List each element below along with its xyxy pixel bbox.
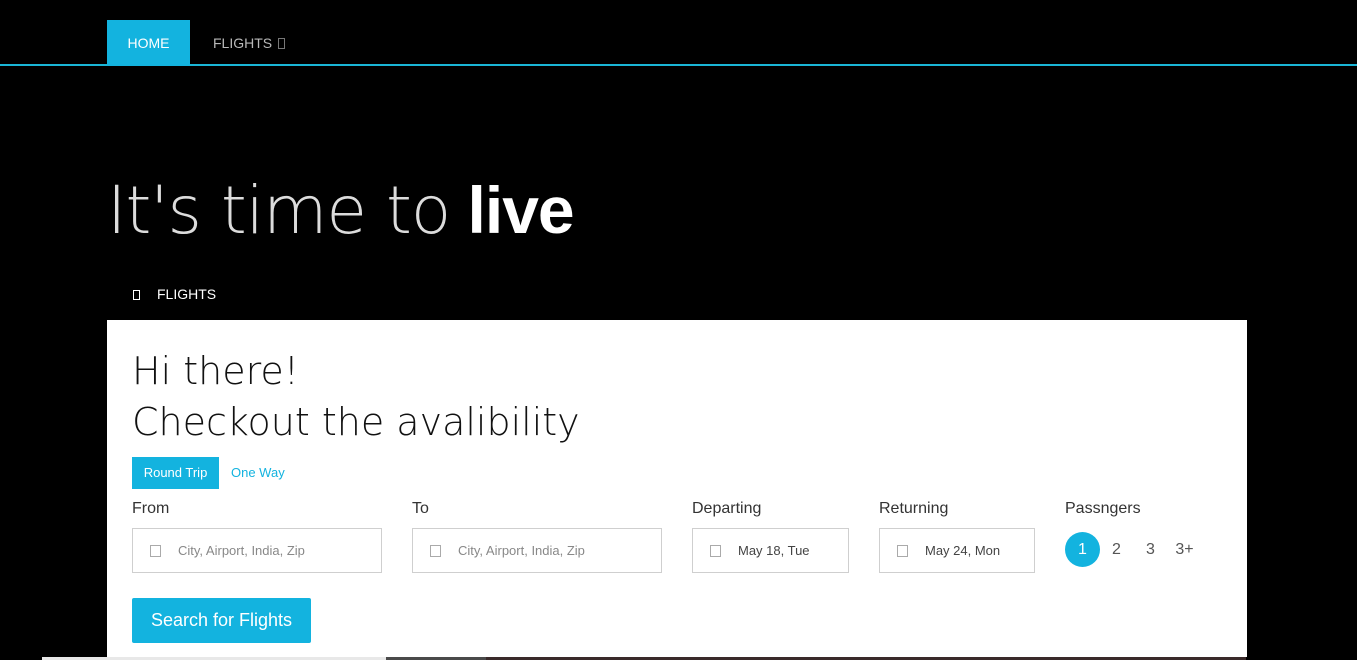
returning-date-value: May 24, Mon bbox=[925, 543, 1001, 558]
round-trip-button[interactable]: Round Trip bbox=[132, 457, 219, 489]
hero-light-text: It's time to bbox=[107, 172, 451, 249]
location-icon bbox=[430, 545, 441, 557]
nav-flights-label: FLIGHTS bbox=[213, 35, 273, 51]
hero-headline: It's time to live bbox=[107, 168, 575, 253]
passenger-option-3[interactable]: 3 bbox=[1133, 532, 1168, 567]
tab-flights[interactable]: FLIGHTS bbox=[133, 285, 216, 303]
flight-search-panel: Hi there! Checkout the avalibility Round… bbox=[107, 320, 1247, 657]
departing-date-field[interactable]: May 18, Tue bbox=[692, 528, 849, 573]
returning-date-field[interactable]: May 24, Mon bbox=[879, 528, 1035, 573]
passengers-label: Passngers bbox=[1065, 500, 1141, 517]
top-navigation: HOME FLIGHTS bbox=[0, 0, 1357, 66]
calendar-icon bbox=[897, 545, 908, 557]
to-placeholder: City, Airport, India, Zip bbox=[458, 543, 585, 558]
from-label: From bbox=[132, 500, 170, 517]
dropdown-icon bbox=[278, 38, 286, 49]
departing-date-value: May 18, Tue bbox=[738, 543, 810, 558]
calendar-icon bbox=[710, 545, 721, 557]
nav-home-link[interactable]: HOME bbox=[107, 20, 190, 66]
departing-label: Departing bbox=[692, 500, 762, 517]
panel-greeting: Hi there! Checkout the avalibility bbox=[132, 346, 580, 448]
to-input[interactable]: City, Airport, India, Zip bbox=[412, 528, 662, 573]
passenger-option-3-plus[interactable]: 3+ bbox=[1167, 532, 1202, 567]
to-label: To bbox=[412, 500, 429, 517]
from-input[interactable]: City, Airport, India, Zip bbox=[132, 528, 382, 573]
search-flights-button[interactable]: Search for Flights bbox=[132, 598, 311, 643]
greeting-line-1: Hi there! bbox=[132, 349, 299, 393]
from-placeholder: City, Airport, India, Zip bbox=[178, 543, 305, 558]
tab-flights-label: FLIGHTS bbox=[157, 286, 217, 302]
location-icon bbox=[150, 545, 161, 557]
nav-flights-link[interactable]: FLIGHTS bbox=[193, 20, 305, 66]
plane-icon bbox=[133, 290, 140, 300]
hero-bold-text: live bbox=[467, 173, 575, 247]
passenger-option-2[interactable]: 2 bbox=[1099, 532, 1134, 567]
passenger-option-1[interactable]: 1 bbox=[1065, 532, 1100, 567]
greeting-line-2: Checkout the avalibility bbox=[132, 400, 580, 444]
returning-label: Returning bbox=[879, 500, 949, 517]
one-way-button[interactable]: One Way bbox=[221, 457, 295, 489]
